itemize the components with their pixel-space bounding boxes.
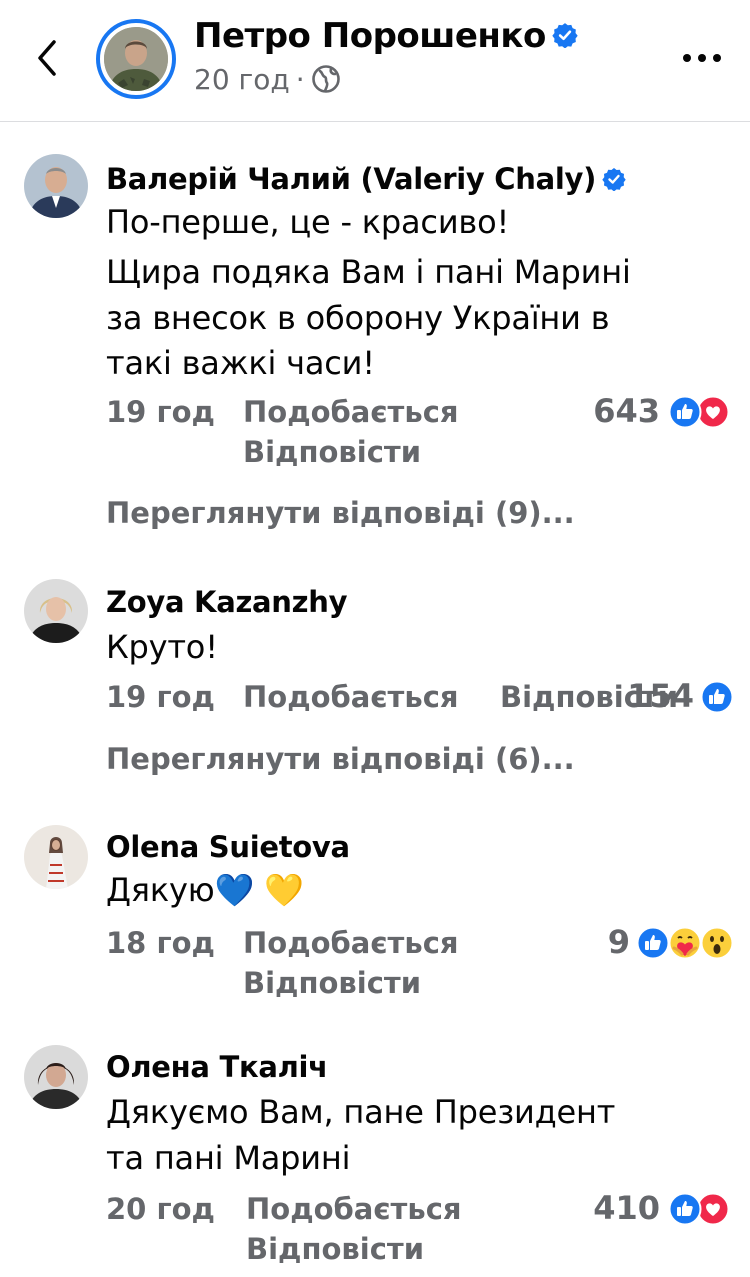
comment-text: Дякуємо Вам, пане Президент xyxy=(106,1093,616,1131)
comment-time[interactable]: 20 год xyxy=(106,1192,215,1226)
like-reaction-icon xyxy=(636,926,670,960)
comment-text: По-перше, це - красиво! xyxy=(106,203,510,241)
comment-author[interactable]: Olena Suietova xyxy=(106,830,350,864)
avatar[interactable] xyxy=(24,825,88,889)
reaction-icons[interactable] xyxy=(700,680,736,714)
comment-author[interactable]: Zoya Kazanzhy xyxy=(106,585,347,619)
comment-text: Щира подяка Вам і пані Марині xyxy=(106,253,631,291)
reply-button[interactable]: Відповісти xyxy=(243,435,421,469)
like-button[interactable]: Подобається xyxy=(243,395,459,429)
post-header: Петро Порошенко 20 год · xyxy=(0,0,750,122)
reply-button[interactable]: Відповісти xyxy=(243,966,421,1000)
care-reaction-icon xyxy=(668,926,702,960)
comment-time[interactable]: 19 год xyxy=(106,680,215,714)
chevron-left-icon[interactable] xyxy=(28,36,68,80)
reaction-icons[interactable] xyxy=(668,1192,736,1226)
like-button[interactable]: Подобається xyxy=(243,926,459,960)
like-reaction-icon xyxy=(700,680,734,714)
verified-badge-icon xyxy=(552,22,578,48)
reaction-count[interactable]: 154 xyxy=(627,677,694,715)
view-replies-link[interactable]: Переглянути відповіді (9)... xyxy=(106,496,575,530)
avatar[interactable] xyxy=(24,1045,88,1109)
comment-text: та пані Марині xyxy=(106,1139,351,1177)
post-meta: 20 год · xyxy=(194,63,341,96)
reaction-count[interactable]: 410 xyxy=(593,1189,660,1227)
reaction-count[interactable]: 9 xyxy=(608,923,630,961)
ellipsis-icon[interactable] xyxy=(680,46,724,70)
comment-time[interactable]: 18 год xyxy=(106,926,215,960)
comment-author[interactable]: Олена Ткаліч xyxy=(106,1050,328,1084)
comment-text: за внесок в оборону України в xyxy=(106,299,610,337)
like-button[interactable]: Подобається xyxy=(246,1192,462,1226)
avatar[interactable] xyxy=(24,154,88,218)
comment-text: Дякую💙 💛 xyxy=(106,871,304,909)
reaction-icons[interactable] xyxy=(668,395,736,429)
reaction-count[interactable]: 643 xyxy=(593,392,660,430)
like-reaction-icon xyxy=(668,395,702,429)
comment-author[interactable]: Валерій Чалий (Valeriy Chaly) xyxy=(106,162,626,196)
reply-button[interactable]: Відповісти xyxy=(246,1232,424,1266)
page-avatar[interactable] xyxy=(96,19,176,99)
meta-separator: · xyxy=(295,63,305,96)
like-button[interactable]: Подобається xyxy=(243,680,459,714)
wow-reaction-icon xyxy=(700,926,734,960)
view-replies-link[interactable]: Переглянути відповіді (6)... xyxy=(106,742,575,776)
reaction-icons[interactable] xyxy=(636,926,736,960)
page-name[interactable]: Петро Порошенко xyxy=(194,16,578,56)
comment-text: Круто! xyxy=(106,628,218,666)
verified-badge-icon xyxy=(602,168,626,191)
comment-time[interactable]: 19 год xyxy=(106,395,215,429)
post-time[interactable]: 20 год xyxy=(194,63,290,96)
like-reaction-icon xyxy=(668,1192,702,1226)
avatar[interactable] xyxy=(24,579,88,643)
comment-text: такі важкі часи! xyxy=(106,344,375,382)
globe-icon xyxy=(311,65,340,93)
